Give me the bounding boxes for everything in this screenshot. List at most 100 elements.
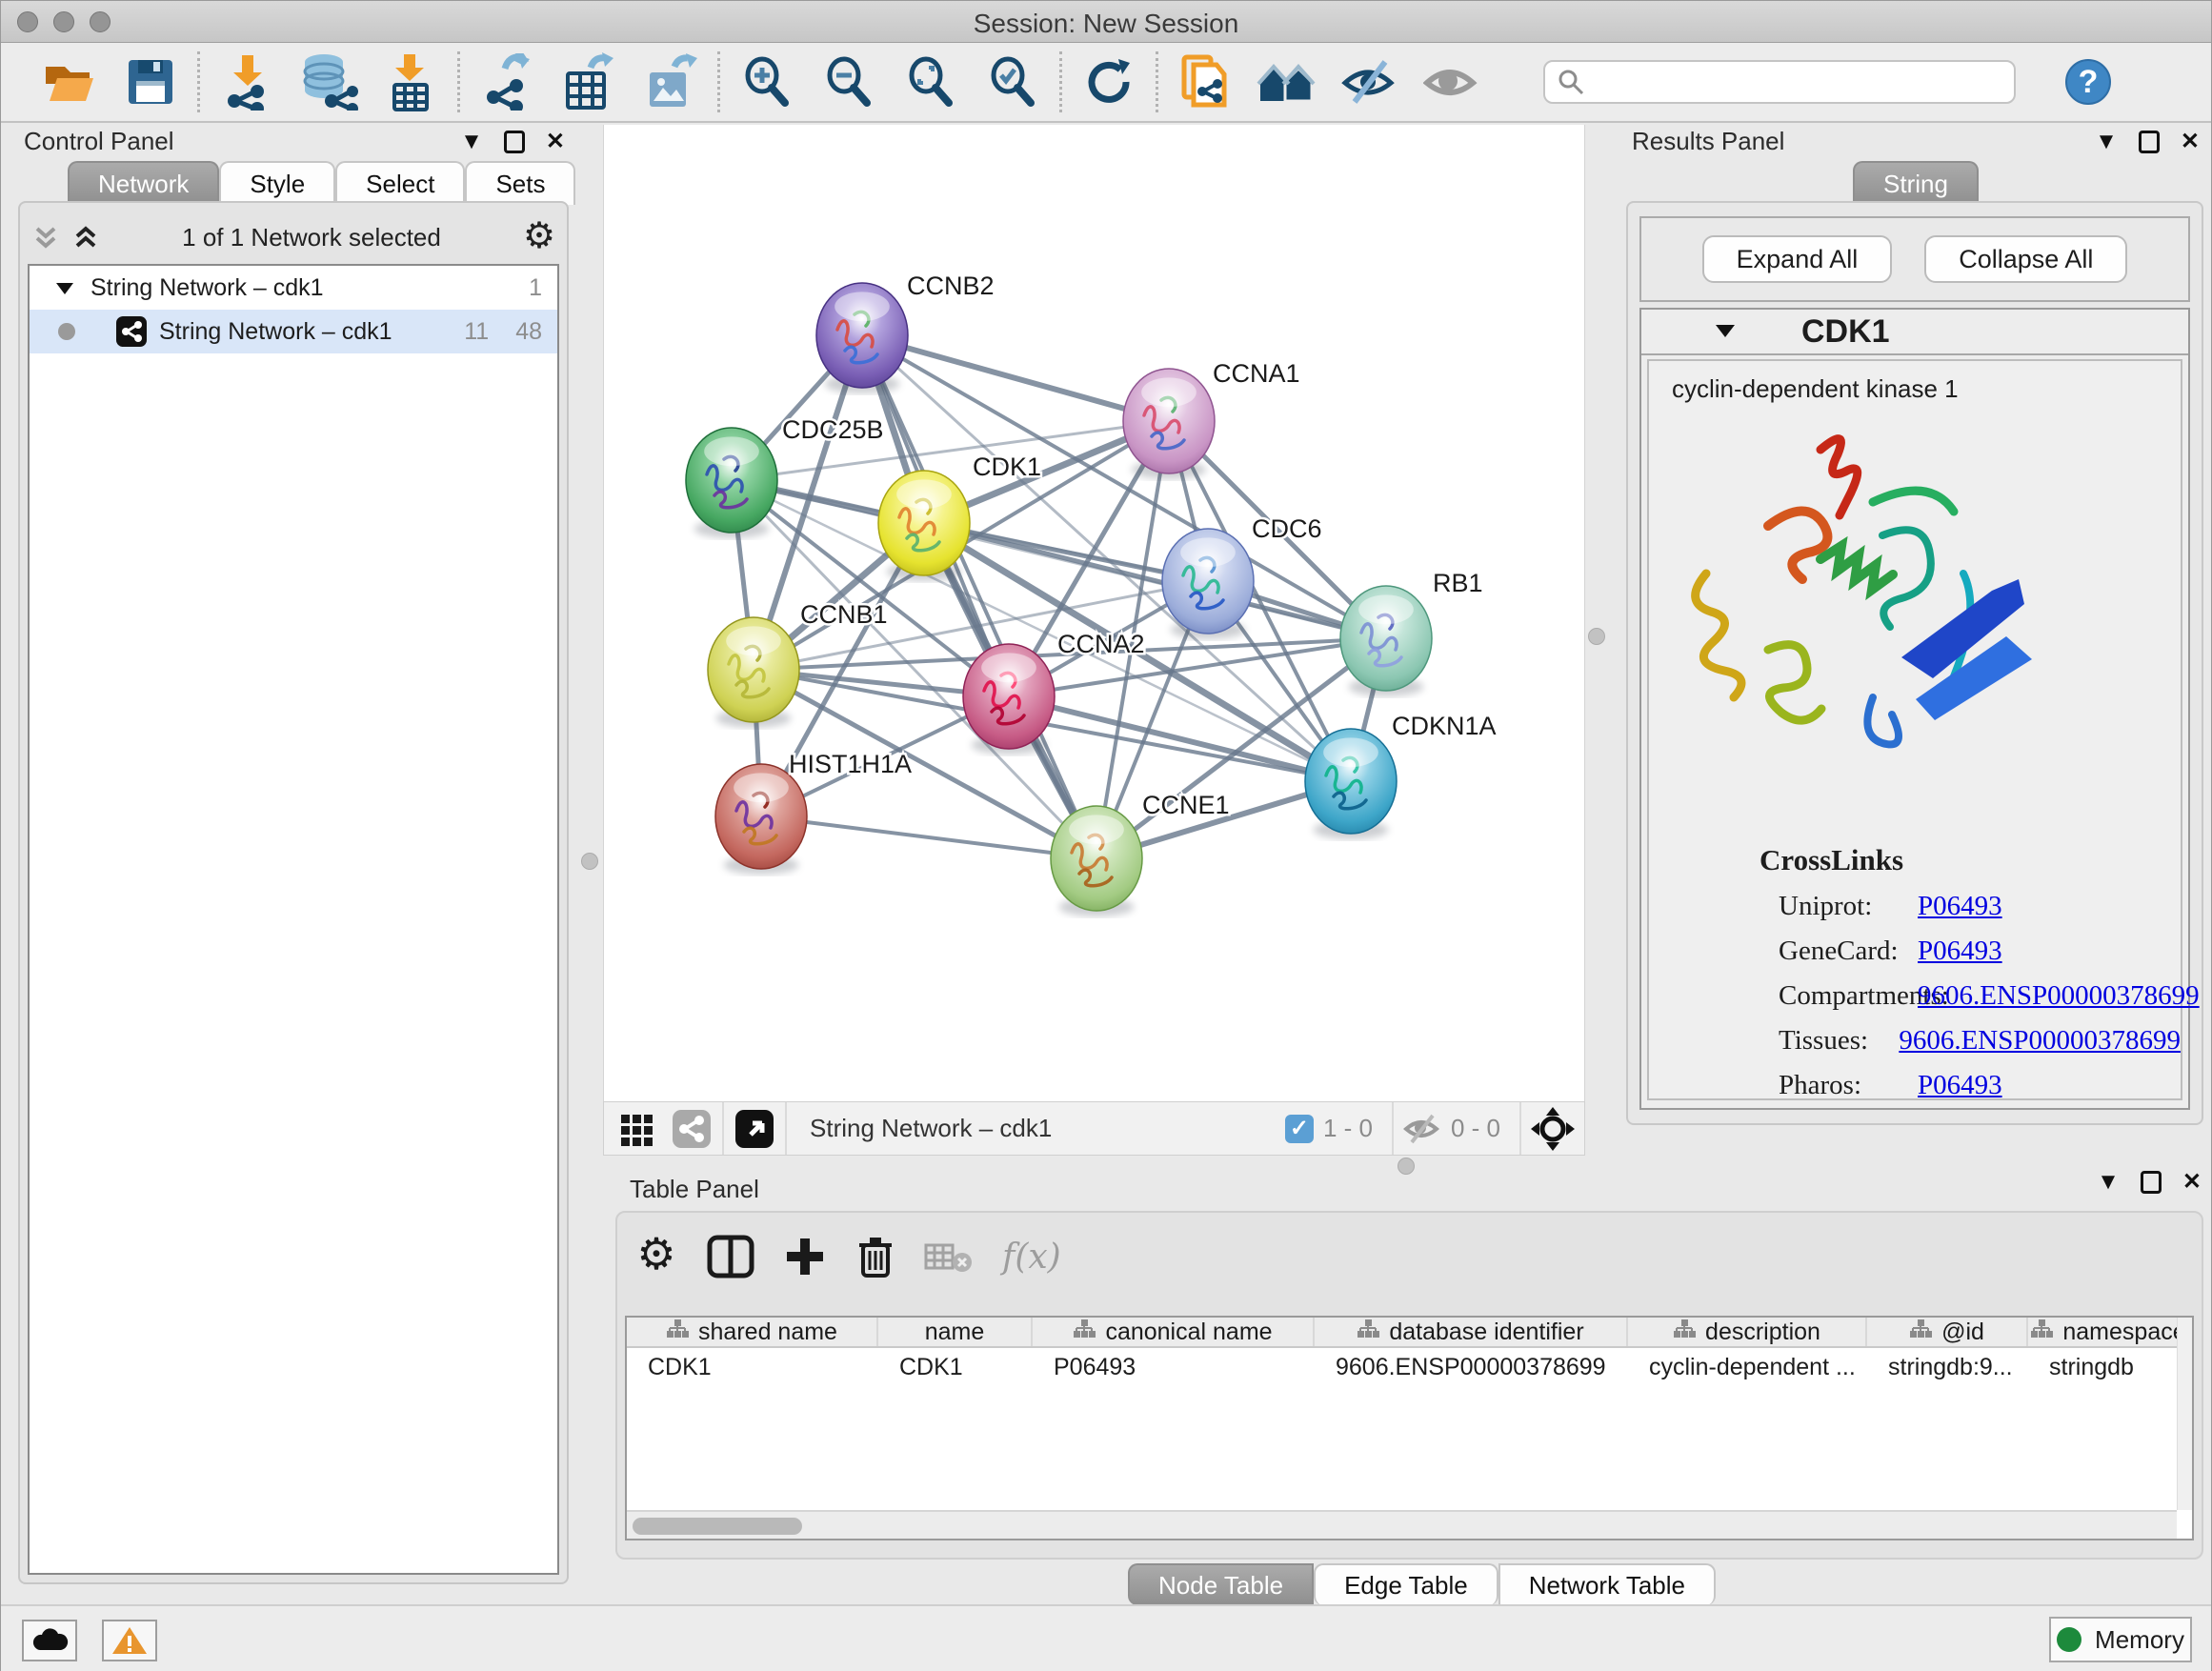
function-builder-icon[interactable]: f(x) [1002, 1238, 1061, 1277]
ndex-home-icon[interactable] [1246, 48, 1328, 116]
network-node-CDKN1A[interactable]: CDKN1A [1305, 712, 1497, 839]
delete-column-icon[interactable] [855, 1234, 895, 1279]
network-node-HIST1H1A[interactable]: HIST1H1A [715, 750, 912, 875]
export-image-icon[interactable] [630, 48, 712, 116]
eye-disabled-icon[interactable] [1410, 48, 1492, 116]
right-splitter-grip[interactable] [1588, 628, 1605, 645]
table-cell[interactable]: stringdb [2028, 1348, 2190, 1386]
search-input[interactable] [1585, 69, 1985, 95]
panel-float-icon[interactable] [2141, 1171, 2162, 1194]
cytoscape-window: Session: New Session [0, 0, 2212, 1671]
crosslink-link[interactable]: 9606.ENSP00000378699 [1899, 1025, 2181, 1056]
crosshair-icon[interactable] [1531, 1107, 1575, 1151]
create-column-icon[interactable] [783, 1235, 827, 1278]
tab-edge-table[interactable]: Edge Table [1314, 1563, 1498, 1605]
zoom-selected-icon[interactable] [972, 48, 1054, 116]
cloud-button[interactable] [22, 1620, 77, 1661]
tab-network[interactable]: Network [68, 161, 219, 205]
import-network-database-icon[interactable] [288, 48, 370, 116]
bottom-splitter-grip[interactable] [1398, 1158, 1415, 1175]
table-options-gear-icon[interactable]: ⚙ [634, 1235, 678, 1278]
table-cell[interactable]: P06493 [1033, 1348, 1315, 1386]
network-options-gear-icon[interactable]: ⚙ [521, 219, 557, 255]
network-collection-row[interactable]: String Network – cdk1 1 [30, 266, 557, 310]
hidden-eye-icon[interactable] [1403, 1113, 1441, 1145]
export-table-icon[interactable] [548, 48, 630, 116]
panel-float-icon[interactable] [504, 131, 525, 153]
column-header-shared-name[interactable]: shared name [627, 1318, 878, 1346]
import-network-icon[interactable] [206, 48, 288, 116]
network-edge[interactable] [761, 816, 1096, 858]
network-view-icon[interactable] [671, 1108, 713, 1150]
network-node-CCNE1[interactable]: CCNE1 [1051, 791, 1230, 916]
column-header-name[interactable]: name [878, 1318, 1033, 1346]
expand-all-button[interactable]: Expand All [1702, 235, 1893, 283]
table-cell[interactable]: CDK1 [627, 1348, 878, 1386]
save-session-icon[interactable] [110, 48, 191, 116]
birds-eye-view-icon[interactable] [734, 1108, 775, 1150]
table-vertical-scrollbar[interactable] [2177, 1318, 2192, 1510]
collapse-all-icon[interactable] [30, 221, 62, 253]
tab-style[interactable]: Style [219, 161, 335, 205]
panel-close-icon[interactable]: ✕ [2181, 131, 2200, 153]
panel-float-icon[interactable] [2139, 131, 2160, 153]
show-hide-graphics-icon[interactable] [1328, 48, 1410, 116]
tab-sets[interactable]: Sets [465, 161, 575, 205]
table-row[interactable]: CDK1CDK1P064939606.ENSP00000378699cyclin… [627, 1348, 2192, 1386]
hidden-counts: 0 - 0 [1451, 1114, 1500, 1143]
network-canvas[interactable]: CCNB2CCNA1CDC25BCDK1CDC6RB1CCNB1CCNA2CDK… [603, 125, 1585, 1101]
network-node-RB1[interactable]: RB1 [1340, 569, 1483, 696]
refresh-icon[interactable] [1068, 48, 1150, 116]
panel-collapse-icon[interactable]: ▼ [2095, 131, 2118, 153]
tab-string[interactable]: String [1853, 161, 1979, 205]
column-header-database-identifier[interactable]: database identifier [1315, 1318, 1628, 1346]
zoom-fit-icon[interactable] [890, 48, 972, 116]
delete-table-icon[interactable] [924, 1238, 974, 1276]
column-header-canonical-name[interactable]: canonical name [1033, 1318, 1315, 1346]
open-session-icon[interactable] [28, 48, 110, 116]
help-icon[interactable]: ? [2065, 59, 2111, 105]
panel-collapse-icon[interactable]: ▼ [2097, 1171, 2120, 1194]
scrollbar-thumb[interactable] [633, 1518, 802, 1535]
network-row[interactable]: String Network – cdk1 11 48 [30, 310, 557, 353]
table-cell[interactable]: stringdb:9... [1867, 1348, 2028, 1386]
panel-collapse-icon[interactable]: ▼ [460, 131, 483, 153]
network-node-CDC6[interactable]: CDC6 [1162, 514, 1322, 639]
crosslink-link[interactable]: P06493 [1918, 891, 2002, 921]
panel-close-icon[interactable]: ✕ [2182, 1171, 2202, 1194]
search-box[interactable] [1543, 60, 2016, 104]
gene-expander-icon[interactable] [1714, 321, 1739, 342]
table-panel: ⚙ f(x) shared namenamecanonical namedata… [615, 1211, 2203, 1560]
tab-network-table[interactable]: Network Table [1498, 1563, 1716, 1605]
import-table-icon[interactable] [370, 48, 452, 116]
zoom-in-icon[interactable] [726, 48, 808, 116]
show-columns-icon[interactable] [707, 1234, 754, 1279]
expand-all-icon[interactable] [70, 221, 102, 253]
tab-select[interactable]: Select [335, 161, 465, 205]
network-node-CDK1[interactable]: CDK1 [878, 453, 1041, 581]
table-horizontal-scrollbar[interactable] [627, 1510, 2177, 1539]
table-cell[interactable]: 9606.ENSP00000378699 [1315, 1348, 1628, 1386]
column-header-@id[interactable]: @id [1867, 1318, 2028, 1346]
column-header-namespace[interactable]: namespace [2028, 1318, 2190, 1346]
copy-style-icon[interactable] [1164, 48, 1246, 116]
crosslink-link[interactable]: 9606.ENSP00000378699 [1918, 980, 2200, 1011]
memory-button[interactable]: Memory [2049, 1617, 2192, 1662]
table-cell[interactable]: CDK1 [878, 1348, 1033, 1386]
network-edge[interactable] [862, 335, 1096, 858]
tab-node-table[interactable]: Node Table [1128, 1563, 1314, 1605]
collapse-all-button[interactable]: Collapse All [1924, 235, 2127, 283]
title-bar: Session: New Session [1, 1, 2211, 43]
export-network-icon[interactable] [466, 48, 548, 116]
warnings-button[interactable] [102, 1620, 157, 1661]
crosslink-link[interactable]: P06493 [1918, 936, 2002, 966]
tree-expander-icon[interactable] [54, 278, 77, 297]
table-cell[interactable]: cyclin-dependent ... [1628, 1348, 1867, 1386]
crosslink-link[interactable]: P06493 [1918, 1070, 2002, 1100]
grid-view-icon[interactable] [617, 1109, 657, 1149]
selected-checkbox-icon[interactable]: ✓ [1285, 1115, 1314, 1143]
zoom-out-icon[interactable] [808, 48, 890, 116]
panel-close-icon[interactable]: ✕ [546, 131, 565, 153]
left-splitter-grip[interactable] [581, 853, 598, 870]
column-header-description[interactable]: description [1628, 1318, 1867, 1346]
